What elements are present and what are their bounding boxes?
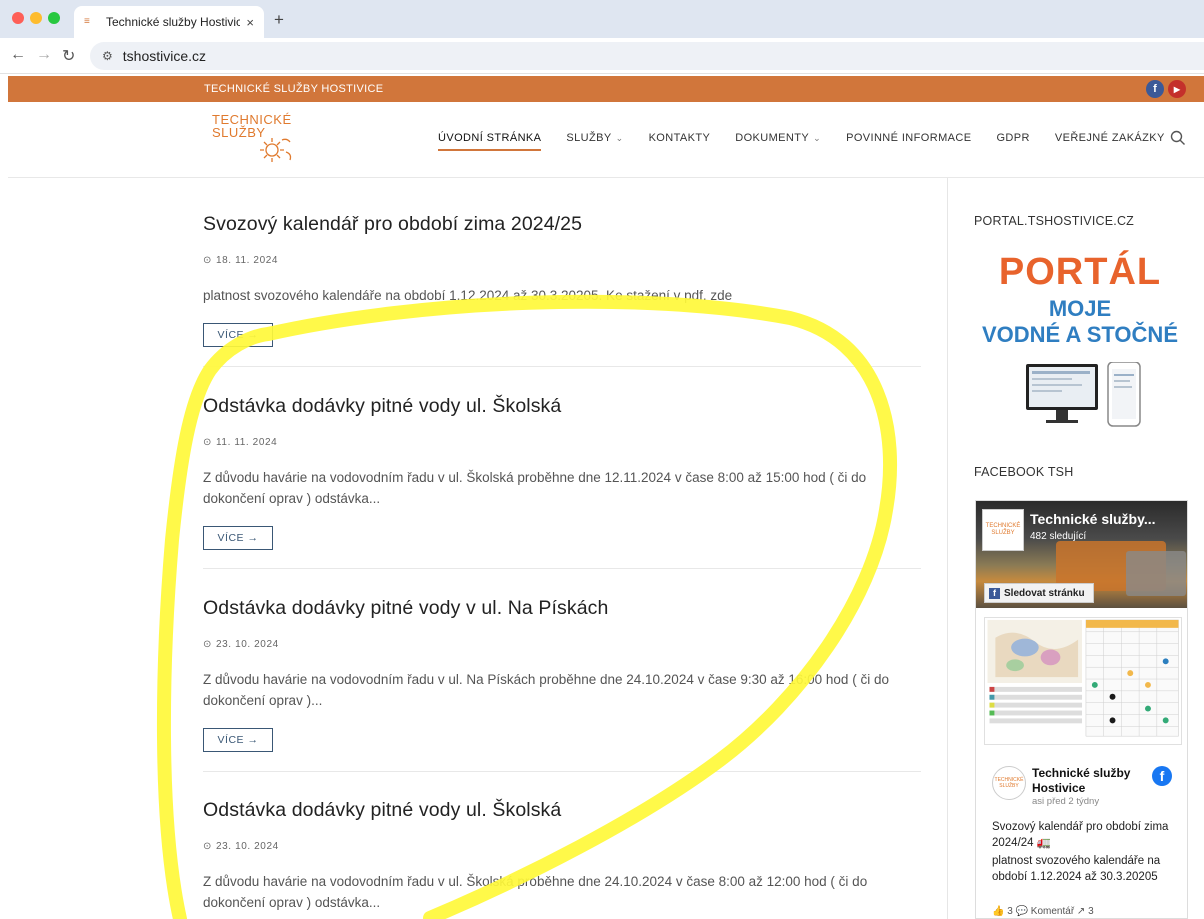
chevron-down-icon: ⌄ (615, 132, 624, 143)
post-date-text: 18. 11. 2024 (215, 255, 279, 266)
logo-sun-icon (260, 138, 292, 162)
post-title[interactable]: Odstávka dodávky pitné vody v ul. Na Pís… (203, 597, 923, 620)
url-text: tshostivice.cz (122, 48, 207, 64)
url-field[interactable]: ⚙ tshostivice.cz (90, 42, 1204, 70)
tab-close-icon[interactable]: × (246, 15, 254, 30)
post-excerpt: platnost svozového kalendáře na období 1… (203, 288, 733, 303)
post-separator (203, 771, 921, 772)
post-item: Odstávka dodávky pitné vody ul. Školská … (203, 799, 923, 913)
read-more-button[interactable]: VÍCE → (203, 728, 273, 752)
post-date-text: 23. 10. 2024 (215, 841, 279, 852)
post-date-text: 11. 11. 2024 (215, 437, 278, 448)
site-settings-icon[interactable]: ⚙ (102, 49, 113, 63)
read-more-button[interactable]: VÍCE → (203, 526, 273, 550)
site-header: TECHNICKÉ SLUŽBY ÚVODNÍ STRÁNKA SLUŽBY ⌄ … (8, 102, 1204, 178)
back-icon[interactable]: ← (10, 46, 26, 64)
facebook-page-name[interactable]: Technické služby... (1030, 511, 1156, 527)
tab-title: Technické služby Hostivice – (106, 15, 241, 29)
post-date: ⊙ 18. 11. 2024 (203, 255, 923, 266)
truck-image (1126, 551, 1186, 596)
menu-item-documents[interactable]: DOKUMENTY ⌄ (735, 132, 821, 144)
post-date-text: 23. 10. 2024 (215, 639, 279, 650)
post-title[interactable]: Odstávka dodávky pitné vody ul. Školská (203, 799, 923, 822)
post-excerpt: Z důvodu havárie na vodovodním řadu v ul… (203, 672, 889, 708)
main-menu: ÚVODNÍ STRÁNKA SLUŽBY ⌄ KONTAKTY DOKUMENT… (438, 132, 1190, 144)
facebook-cover-image[interactable]: TECHNICKÉ SLUŽBY Technické služby... 482 … (976, 501, 1187, 608)
site-logo[interactable]: TECHNICKÉ SLUŽBY (212, 112, 312, 170)
menu-documents-label: DOKUMENTY (735, 132, 810, 144)
forward-icon[interactable]: → (36, 46, 52, 64)
menu-item-home[interactable]: ÚVODNÍ STRÁNKA (438, 132, 541, 144)
facebook-post-author[interactable]: Technické služby Hostivice (1032, 766, 1152, 796)
facebook-icon: f (989, 587, 1000, 599)
chevron-down-icon: ⌄ (813, 132, 822, 143)
follow-label: Sledovat stránku (1004, 587, 1085, 599)
facebook-post-text: Svozový kalendář pro období zima 2024/24… (992, 821, 1169, 849)
menu-item-services[interactable]: SLUŽBY ⌄ (566, 132, 623, 144)
facebook-post-time[interactable]: asi před 2 týdny (1032, 796, 1099, 807)
facebook-followers: 482 sledující (1030, 531, 1087, 542)
portal-banner[interactable]: PORTÁL MOJE VODNÉ A STOČNÉ (960, 250, 1200, 435)
facebook-post-avatar[interactable]: TECHNICKÉ SLUŽBY (992, 766, 1026, 800)
browser-tab-bar: ≡ Technické služby Hostivice – × + (0, 0, 1204, 38)
post-excerpt: Z důvodu havárie na vodovodním řadu v ul… (203, 874, 868, 910)
menu-services-label: SLUŽBY (566, 132, 612, 144)
post-title[interactable]: Odstávka dodávky pitné vody ul. Školská (203, 395, 923, 418)
post-separator (203, 568, 921, 569)
facebook-icon[interactable]: f (1146, 80, 1164, 98)
post-item: Odstávka dodávky pitné vody ul. Školská … (203, 395, 923, 550)
portal-banner-vodne: VODNÉ A STOČNÉ (982, 322, 1178, 347)
collection-calendar-image[interactable] (984, 617, 1182, 745)
clock-icon: ⊙ (203, 841, 212, 852)
active-menu-underline (438, 149, 541, 151)
post-separator (203, 366, 921, 367)
top-bar-brand: TECHNICKÉ SLUŽBY HOSTIVICE (204, 83, 384, 95)
clock-icon: ⊙ (203, 255, 212, 266)
portal-banner-moje: MOJE (1048, 296, 1112, 321)
facebook-logo-icon[interactable]: f (1152, 766, 1172, 786)
minimize-window-button[interactable] (30, 12, 42, 24)
clock-icon: ⊙ (203, 639, 212, 650)
post-item: Svozový kalendář pro období zima 2024/25… (203, 213, 923, 347)
menu-item-tenders[interactable]: VEŘEJNÉ ZAKÁZKY (1055, 132, 1165, 144)
post-date: ⊙ 23. 10. 2024 (203, 639, 923, 650)
youtube-icon[interactable]: ▶ (1168, 80, 1186, 98)
read-more-button[interactable]: VÍCE → (203, 323, 273, 347)
address-bar-row: ← → ↻ ⚙ tshostivice.cz (0, 38, 1204, 74)
post-item: Odstávka dodávky pitné vody v ul. Na Pís… (203, 597, 923, 752)
menu-item-gdpr[interactable]: GDPR (996, 132, 1029, 144)
reload-icon[interactable]: ↻ (62, 46, 75, 66)
site-favicon-icon: ≡ (84, 16, 90, 27)
devices-icon (1026, 362, 1141, 427)
search-icon[interactable] (1170, 130, 1186, 146)
facebook-page-widget: TECHNICKÉ SLUŽBY Technické služby... 482 … (975, 500, 1188, 919)
post-excerpt: Z důvodu havárie na vodovodním řadu v ul… (203, 470, 867, 506)
post-date: ⊙ 11. 11. 2024 (203, 437, 923, 448)
close-window-button[interactable] (12, 12, 24, 24)
facebook-post-text: platnost svozového kalendáře na období 1… (992, 855, 1161, 883)
facebook-page-avatar[interactable]: TECHNICKÉ SLUŽBY (982, 509, 1024, 551)
menu-item-contacts[interactable]: KONTAKTY (649, 132, 711, 144)
clock-icon: ⊙ (203, 437, 212, 448)
new-tab-button[interactable]: + (274, 10, 284, 30)
post-title[interactable]: Svozový kalendář pro období zima 2024/25 (203, 213, 923, 236)
portal-banner-title: PORTÁL (998, 251, 1162, 293)
browser-tab[interactable]: ≡ Technické služby Hostivice – × (74, 6, 264, 38)
site-top-bar: TECHNICKÉ SLUŽBY HOSTIVICE f ▶ (8, 76, 1204, 102)
maximize-window-button[interactable] (48, 12, 60, 24)
facebook-widget-title: FACEBOOK TSH (974, 465, 1074, 479)
post-date: ⊙ 23. 10. 2024 (203, 841, 923, 852)
sidebar-divider (947, 178, 948, 919)
menu-item-mandatory-info[interactable]: POVINNÉ INFORMACE (846, 132, 971, 144)
portal-widget-title: PORTAL.TSHOSTIVICE.CZ (974, 214, 1135, 228)
facebook-follow-button[interactable]: f Sledovat stránku (984, 583, 1094, 603)
facebook-post-actions[interactable]: 👍 3 💬 Komentář ↗ 3 (992, 906, 1094, 917)
